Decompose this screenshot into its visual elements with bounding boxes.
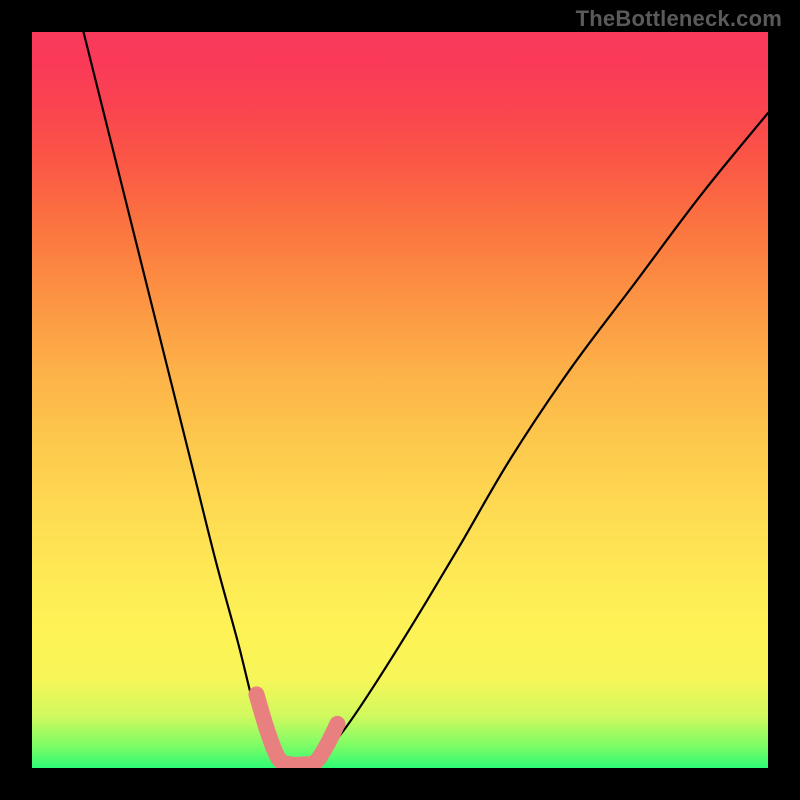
chart-frame: TheBottleneck.com	[0, 0, 800, 800]
curve-svg	[32, 32, 768, 768]
watermark-text: TheBottleneck.com	[576, 6, 782, 32]
bottom-marker	[256, 694, 337, 764]
plot-area	[32, 32, 768, 768]
right-branch-curve	[312, 113, 768, 768]
left-branch-curve	[84, 32, 283, 768]
